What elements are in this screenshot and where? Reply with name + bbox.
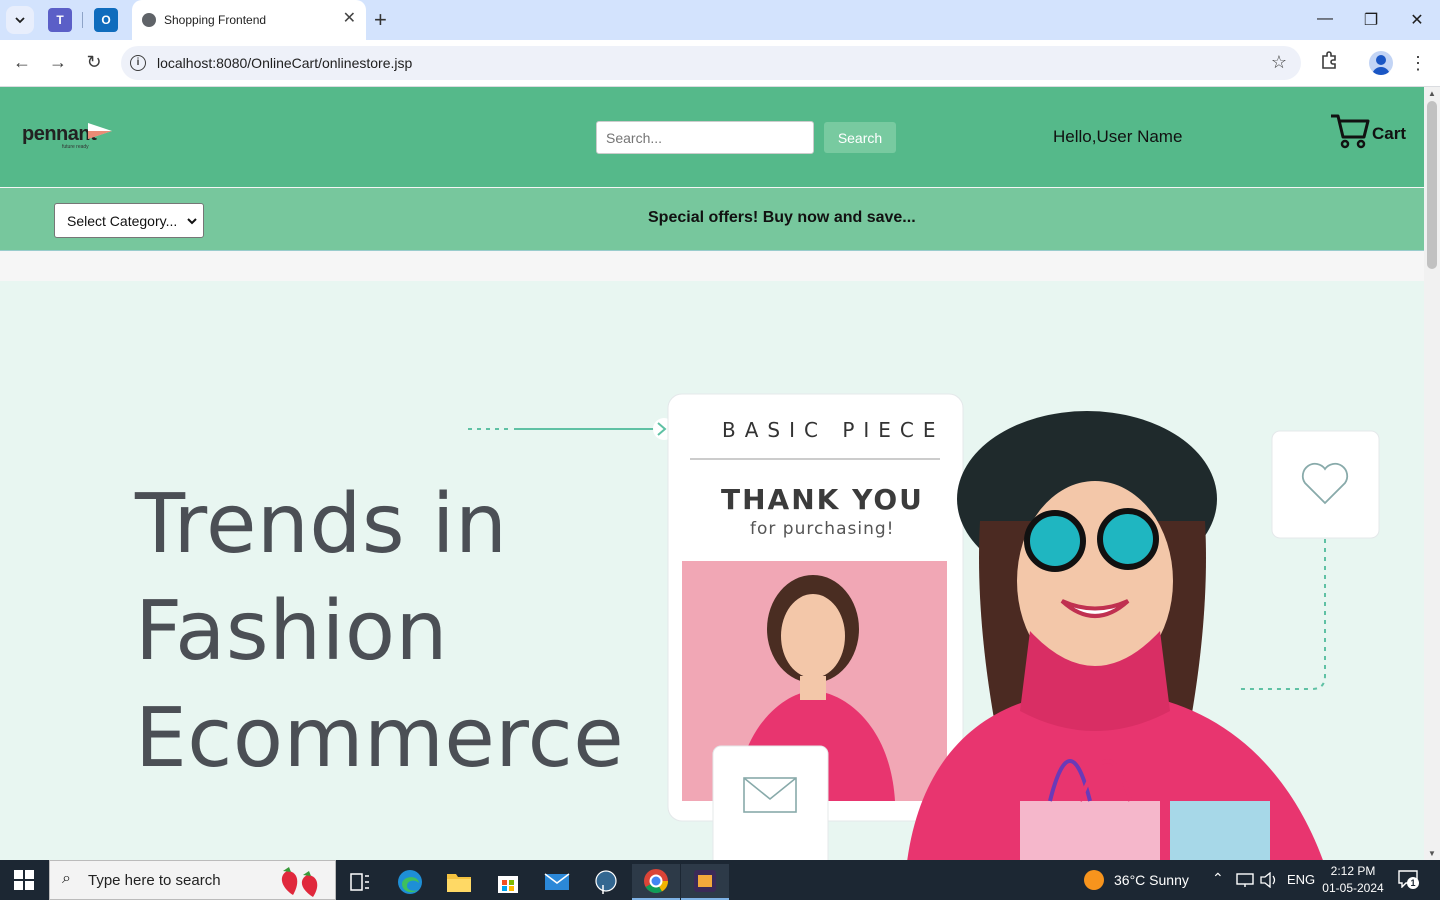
chrome-icon	[644, 869, 668, 894]
cart-label: Cart	[1372, 124, 1407, 143]
app-tile-icon	[694, 870, 716, 892]
site-info-icon[interactable]: i	[130, 55, 146, 71]
notification-badge: 1	[1407, 877, 1419, 889]
url-text[interactable]: localhost:8080/OnlineCart/onlinestore.js…	[157, 55, 412, 71]
logo-tagline: future ready	[62, 144, 89, 150]
taskbar-clock[interactable]: 2:12 PM 01-05-2024	[1318, 863, 1388, 897]
notification-center-button[interactable]: 1	[1398, 870, 1420, 890]
cart-link[interactable]: Cart	[1330, 113, 1406, 149]
pennant-logo[interactable]: pennant future ready	[22, 123, 112, 150]
elephant-icon	[595, 870, 617, 894]
new-tab-button[interactable]: +	[374, 8, 387, 32]
logo-text: pennant	[22, 123, 97, 145]
mail-icon	[544, 873, 570, 890]
special-offer-text: Special offers! Buy now and save...	[648, 209, 916, 226]
browser-tabstrip: T O Shopping Frontend ✕ + — ❐ ✕	[0, 0, 1440, 40]
taskbar-search-text: Type here to search	[88, 872, 221, 889]
teams-icon: T	[56, 13, 64, 27]
weather-text[interactable]: 36°C Sunny	[1114, 872, 1189, 888]
network-icon[interactable]	[1236, 872, 1254, 888]
chevron-down-icon	[187, 217, 197, 224]
weather-sun-icon[interactable]	[1084, 870, 1104, 890]
category-select[interactable]: Select Category...	[54, 203, 204, 238]
pennant-flag-icon	[88, 123, 112, 139]
tab-shopping-frontend[interactable]: Shopping Frontend ✕	[132, 0, 366, 40]
search-input[interactable]	[596, 121, 814, 154]
scrollbar-thumb[interactable]	[1427, 101, 1437, 269]
reload-button[interactable]: ↻	[82, 50, 106, 74]
edge-app[interactable]	[386, 864, 434, 900]
clock-time: 2:12 PM	[1330, 864, 1376, 878]
address-bar[interactable]: i localhost:8080/OnlineCart/onlinestore.…	[121, 46, 1301, 80]
search-icon: ⌕	[62, 870, 71, 887]
search-button[interactable]: Search	[824, 122, 896, 153]
shopping-cart-icon	[1331, 114, 1370, 149]
windows-taskbar: ⌕ Type here to search 36°C Sunny ⌃ ENG 2…	[0, 860, 1440, 900]
tab-search-button[interactable]	[6, 6, 34, 34]
mail-app[interactable]	[533, 864, 581, 900]
start-button[interactable]	[14, 870, 34, 895]
forward-button[interactable]: →	[46, 50, 70, 74]
bookmark-star-icon[interactable]: ☆	[1271, 52, 1287, 73]
user-greeting: Hello,User Name	[1053, 127, 1183, 146]
windows-logo-icon	[14, 870, 34, 890]
hero-banner: Trends in Fashion Ecommerce BASIC PIECE …	[0, 281, 1424, 860]
file-explorer-app[interactable]	[435, 864, 483, 900]
teams-pinned-tab[interactable]: T	[48, 8, 72, 32]
outlook-pinned-tab[interactable]: O	[94, 8, 118, 32]
browser-toolbar: ← → ↻ i localhost:8080/OnlineCart/online…	[0, 40, 1440, 87]
offer-bar: Select Category... Special offers! Buy n…	[0, 188, 1424, 251]
store-icon	[498, 876, 518, 893]
extensions-icon[interactable]	[1316, 50, 1342, 76]
minimize-button[interactable]: —	[1313, 10, 1337, 28]
close-window-button[interactable]: ✕	[1405, 10, 1429, 30]
task-view-button[interactable]	[336, 864, 384, 900]
restore-button[interactable]: ❐	[1359, 10, 1383, 30]
volume-icon[interactable]	[1260, 872, 1278, 888]
edge-icon	[398, 870, 422, 894]
outlook-icon: O	[101, 13, 111, 27]
scroll-down-icon[interactable]: ▼	[1428, 849, 1436, 858]
card-title: THANK YOU	[721, 483, 924, 516]
store-app[interactable]	[484, 864, 532, 900]
tab-separator	[82, 12, 83, 28]
chevron-down-icon	[15, 17, 25, 24]
folder-icon	[447, 874, 471, 892]
profile-avatar[interactable]	[1369, 51, 1393, 75]
card-brand: BASIC PIECE	[722, 418, 945, 442]
more-menu-icon[interactable]: ⋮	[1405, 50, 1431, 76]
tab-title: Shopping Frontend	[164, 13, 267, 27]
chrome-app[interactable]	[632, 864, 680, 900]
strawberry-icon	[281, 867, 318, 897]
scroll-up-icon[interactable]: ▲	[1428, 89, 1436, 98]
task-view-icon	[350, 873, 369, 891]
globe-icon	[142, 13, 156, 27]
language-indicator[interactable]: ENG	[1287, 872, 1315, 887]
close-tab-icon[interactable]: ✕	[343, 10, 356, 28]
category-select-value: Select Category...	[67, 212, 178, 229]
clock-date: 01-05-2024	[1322, 881, 1384, 895]
back-button[interactable]: ←	[10, 50, 34, 74]
card-subtitle: for purchasing!	[750, 519, 895, 539]
site-header: pennant future ready Search Hello,User N…	[0, 87, 1424, 187]
taskbar-search-box[interactable]: ⌕ Type here to search	[49, 860, 336, 900]
show-hidden-icons[interactable]: ⌃	[1212, 870, 1224, 887]
page-viewport: pennant future ready Search Hello,User N…	[0, 87, 1424, 860]
page-scrollbar[interactable]: ▲ ▼	[1424, 87, 1440, 860]
postgres-app[interactable]	[582, 864, 630, 900]
game-app[interactable]	[681, 864, 729, 900]
hero-illustration	[468, 393, 1380, 860]
